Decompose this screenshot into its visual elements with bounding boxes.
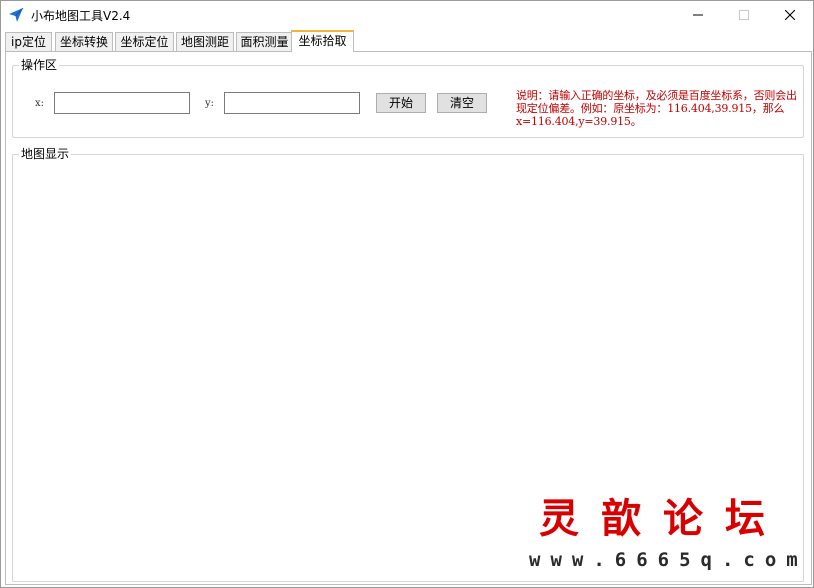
watermark-title: 灵歆论坛 xyxy=(539,495,787,542)
app-window: 小布地图工具V2.4 ip定位 坐标转换 坐标定位 地图测距 面积测量 坐标拾取… xyxy=(0,0,814,588)
tab-map-distance[interactable]: 地图测距 xyxy=(176,32,234,51)
y-label: y: xyxy=(205,98,215,109)
x-label: x: xyxy=(35,98,45,109)
maximize-icon xyxy=(739,10,749,20)
clear-button[interactable]: 清空 xyxy=(437,93,487,113)
tab-area-measure[interactable]: 面积测量 xyxy=(236,32,293,51)
map-group-title: 地图显示 xyxy=(19,146,72,162)
close-button[interactable] xyxy=(767,1,813,29)
maximize-button[interactable] xyxy=(721,1,767,29)
close-icon xyxy=(785,10,795,20)
tab-strip: ip定位 坐标转换 坐标定位 地图测距 面积测量 坐标拾取 xyxy=(5,30,813,52)
watermark-url: www.6665q.com xyxy=(529,549,808,571)
minimize-button[interactable] xyxy=(675,1,721,29)
tab-coordinate-pick[interactable]: 坐标拾取 xyxy=(291,30,354,52)
start-button[interactable]: 开始 xyxy=(376,93,426,113)
tab-ip-location[interactable]: ip定位 xyxy=(5,32,52,51)
instruction-note: 说明：请输入正确的坐标，及必须是百度坐标系，否则会出现定位偏差。例如：原坐标为：… xyxy=(516,89,797,128)
operation-group-title: 操作区 xyxy=(19,57,60,73)
operation-group: 操作区 x: y: 开始 清空 说明：请输入正确的坐标，及必须是百度坐标系，否则… xyxy=(12,57,804,138)
minimize-icon xyxy=(693,14,703,16)
window-title: 小布地图工具V2.4 xyxy=(31,9,131,23)
x-input[interactable] xyxy=(54,92,190,114)
y-input[interactable] xyxy=(224,92,360,114)
paper-plane-icon xyxy=(9,7,24,22)
title-bar[interactable]: 小布地图工具V2.4 xyxy=(1,1,813,29)
tab-coordinate-location[interactable]: 坐标定位 xyxy=(115,32,174,51)
tab-coordinate-conversion[interactable]: 坐标转换 xyxy=(55,32,113,51)
